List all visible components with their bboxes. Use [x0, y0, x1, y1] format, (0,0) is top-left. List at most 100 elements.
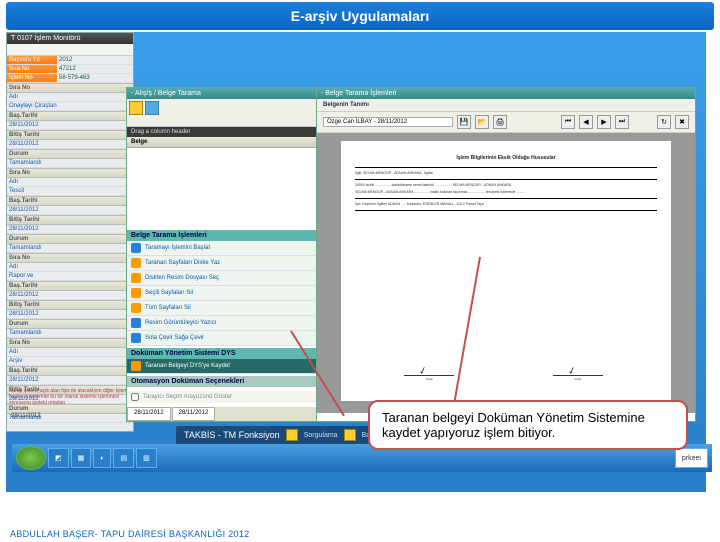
taskbar-item[interactable]: ▤ [113, 448, 134, 468]
filter-year-value[interactable]: 2012 [57, 56, 74, 64]
belge-list[interactable] [127, 148, 325, 228]
col-bas: Baş.Tarihi [7, 111, 133, 121]
callout-box: Taranan belgeyi Doküman Yönetim Sistemin… [368, 400, 688, 450]
disk-icon [131, 258, 141, 268]
taskbar-item[interactable]: ▦ [71, 448, 92, 468]
section-auto: Otomasyon Doküman Seçenekleri [127, 376, 325, 387]
viewer-toolbar: Özge Can İLBAY - 28/11/2012 💾 📂 🖨 ⏮ ◀ ▶ … [317, 112, 695, 133]
row-durum[interactable]: Tamamlandı [7, 159, 133, 168]
tab-date-1[interactable]: 28/11/2012 [127, 407, 171, 421]
doc-viewport[interactable]: İşlem Bilgilerinin Eksik Olduğu Hususula… [317, 133, 695, 413]
monitor-status-date: 28/11/2012 [11, 413, 41, 419]
rotate-left-icon [131, 333, 141, 343]
print-icon[interactable]: 🖨 [493, 115, 507, 129]
action-save-disk[interactable]: Taranan Sayfaları Diske Yaz [127, 256, 325, 271]
app-name: TAKBİS - TM Fonksiyon [184, 430, 280, 440]
doc-body1: 28000 tarihli ................ taahhütna… [355, 183, 657, 188]
next-page-icon[interactable]: ▶ [597, 115, 611, 129]
prev-page-icon[interactable]: ◀ [579, 115, 593, 129]
filter-seq-value[interactable]: 47212 [57, 65, 78, 73]
row-durum[interactable]: Tamamlandı [7, 244, 133, 253]
doc-name-input[interactable]: Özge Can İLBAY - 28/11/2012 [323, 117, 453, 127]
check-scanner-ui[interactable]: Tarayıcı Seçim Arayüzünü Göster [127, 391, 325, 403]
monitor-grid: Sıra No Adı Onaylayı Çiraştan Baş.Tarihi… [7, 83, 133, 423]
apply-icon[interactable] [344, 429, 356, 441]
scan-icon[interactable] [129, 101, 143, 115]
doc-heading: İşlem Bilgilerinin Eksik Olduğu Hususula… [355, 155, 657, 161]
last-page-icon[interactable]: ⏭ [615, 115, 629, 129]
section-dys: Doküman Yönetim Sistemi DYS [127, 348, 325, 359]
row-bitis[interactable]: 28/11/2012 [7, 225, 133, 234]
doc-body3: İlçe: Keçiören İlgililer ADNAN ..... Kad… [355, 202, 657, 207]
taskbar-item[interactable]: ◩ [48, 448, 69, 468]
row-adi[interactable]: Onaylayı Çiraştan [7, 102, 133, 111]
row-bas[interactable]: 28/11/2012 [7, 121, 133, 130]
monitor-window: T 0107 İşlem Monitörü Başvuru Yıl 2012 S… [6, 32, 134, 432]
col-durum: Durum [7, 319, 133, 329]
drag-hint: Drag a column header [127, 127, 325, 137]
slide-title: E-arşiv Uygulamaları [6, 2, 714, 30]
monitor-note: Karan ipotek; açık alan fişiz ile alacak… [9, 388, 131, 406]
divider [355, 179, 657, 180]
filter-year-label: Başvuru Yıl [7, 56, 57, 64]
scan-title: - Alış/ş / Belge Tarama [127, 88, 325, 99]
delete-page-icon[interactable]: ✖ [675, 115, 689, 129]
first-page-icon[interactable]: ⏮ [561, 115, 575, 129]
monitor-title: T 0107 İşlem Monitörü [7, 33, 133, 44]
scan-tabs: 28/11/2012 28/11/2012 [127, 407, 325, 421]
row-adi[interactable]: Rapor ve [7, 272, 133, 281]
row-durum[interactable]: Tamamlandı [7, 329, 133, 338]
viewer-title: - Belge Tarama İşlemleri [317, 88, 695, 99]
action-delete-all[interactable]: Tüm Sayfaları Sil [127, 301, 325, 316]
doc-field-row: İlgili: SELMA MENGÜR - ADNAN ANKARA - İl… [355, 171, 657, 176]
action-start-scan[interactable]: Taramayı İşlemini Başlat [127, 241, 325, 256]
col-sirano: Sıra No [7, 253, 133, 263]
col-adi: Adı [7, 93, 133, 102]
divider [355, 167, 657, 168]
col-adi: Adı [7, 348, 133, 357]
delete-icon [131, 288, 141, 298]
row-adi[interactable]: Tescil [7, 187, 133, 196]
col-durum: Durum [7, 234, 133, 244]
slide-footer: ABDULLAH BAŞER- TAPU DAİRESİ BAŞKANLIĞI … [10, 529, 249, 539]
action-save-dys[interactable]: Taranan Belgeyi DYS'ye Kaydet [127, 359, 325, 374]
rotate-icon[interactable]: ↻ [657, 115, 671, 129]
row-bitis[interactable]: 28/11/2012 [7, 140, 133, 149]
filter-proc-label: İşlem No [7, 74, 57, 82]
start-button-icon[interactable] [16, 446, 46, 470]
delete-all-icon [131, 303, 141, 313]
action-delete-selected[interactable]: Seçili Sayfaları Sil [127, 286, 325, 301]
save-icon[interactable]: 💾 [457, 115, 471, 129]
callout-text: Taranan belgeyi Doküman Yönetim Sistemin… [382, 410, 645, 440]
col-bitis: Bitiş Tarihi [7, 130, 133, 140]
save-dys-icon [131, 361, 141, 371]
filter-proc-value[interactable]: 58-579-463 [57, 74, 92, 82]
sig-left: İmza [404, 375, 454, 381]
checkbox-icon[interactable] [131, 393, 139, 401]
divider [355, 210, 657, 211]
doc-body2: SELMA MENGÜR - ADNAN ANKARA ............… [355, 190, 657, 195]
col-bas: Baş.Tarihi [7, 366, 133, 376]
action-choose-file[interactable]: Diskten Resim Dosyası Seç [127, 271, 325, 286]
taskbar-app-label[interactable]: prkeei [675, 448, 708, 468]
action-viewer-printer[interactable]: Resim Görüntüleyici Yazıcı [127, 316, 325, 331]
row-adi[interactable]: Arşiv [7, 357, 133, 366]
filter-seq-label: Sıra No [7, 65, 57, 73]
tab-date-2[interactable]: 28/11/2012 [172, 407, 216, 421]
taskbar-item[interactable]: ▥ [136, 448, 157, 468]
query-icon[interactable] [286, 429, 298, 441]
col-durum: Durum [7, 149, 133, 159]
menu-sorgulama[interactable]: Sorgulama [304, 432, 338, 439]
refresh-icon[interactable] [145, 101, 159, 115]
col-sirano: Sıra No [7, 338, 133, 348]
col-bitis: Bitiş Tarihi [7, 300, 133, 310]
row-bas[interactable]: 28/11/2012 [7, 206, 133, 215]
row-bas[interactable]: 28/11/2012 [7, 291, 133, 300]
signature-row: İmza İmza [355, 375, 652, 381]
col-belge[interactable]: Belge [127, 137, 325, 148]
taskbar-item[interactable]: ◐ [93, 448, 111, 468]
col-bitis: Bitiş Tarihi [7, 215, 133, 225]
row-bitis[interactable]: 28/11/2012 [7, 310, 133, 319]
row-bas[interactable]: 28/11/2012 [7, 376, 133, 385]
open-icon[interactable]: 📂 [475, 115, 489, 129]
